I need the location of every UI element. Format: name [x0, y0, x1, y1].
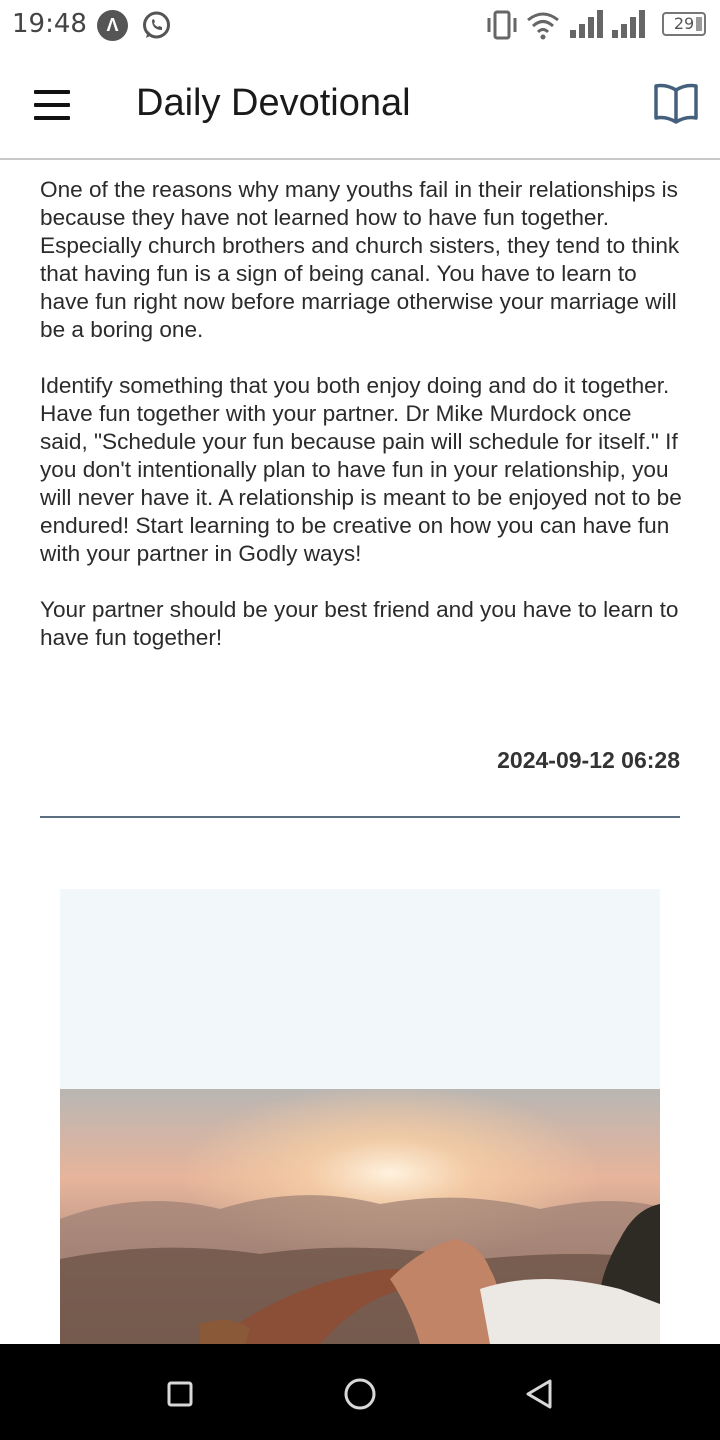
page-title: Daily Devotional [136, 82, 411, 124]
article-paragraph: Your partner should be your best friend … [40, 597, 679, 650]
battery-level: 29 [673, 14, 695, 33]
status-time: 19:48 [12, 9, 87, 39]
signal-icon [612, 10, 645, 38]
circle-icon[interactable] [342, 1376, 378, 1412]
whatsapp-icon [143, 11, 170, 39]
status-bar: 19:48 Λ 29 [0, 0, 720, 50]
battery-icon: 29 [662, 12, 706, 36]
vibrate-icon [487, 10, 517, 40]
article-paragraph: One of the reasons why many youths fail … [40, 177, 680, 342]
open-book-icon[interactable] [650, 80, 702, 126]
post-timestamp: 2024-09-12 06:28 [497, 747, 680, 773]
devotional-image [60, 889, 660, 1344]
article-body: One of the reasons why many youths fail … [40, 176, 685, 680]
triangle-back-icon[interactable] [522, 1376, 558, 1412]
signal-icon [570, 10, 603, 38]
wifi-icon [527, 12, 559, 40]
notification-a-icon: Λ [97, 10, 128, 41]
article-paragraph: Identify something that you both enjoy d… [40, 373, 682, 566]
hamburger-menu-icon[interactable] [30, 86, 74, 124]
image-padding [60, 889, 660, 1089]
app-bar: Daily Devotional [0, 50, 720, 160]
system-nav-bar [0, 1344, 720, 1440]
square-icon[interactable] [162, 1376, 198, 1412]
divider [40, 816, 680, 818]
holding-hands-sunset-photo [60, 1089, 660, 1344]
